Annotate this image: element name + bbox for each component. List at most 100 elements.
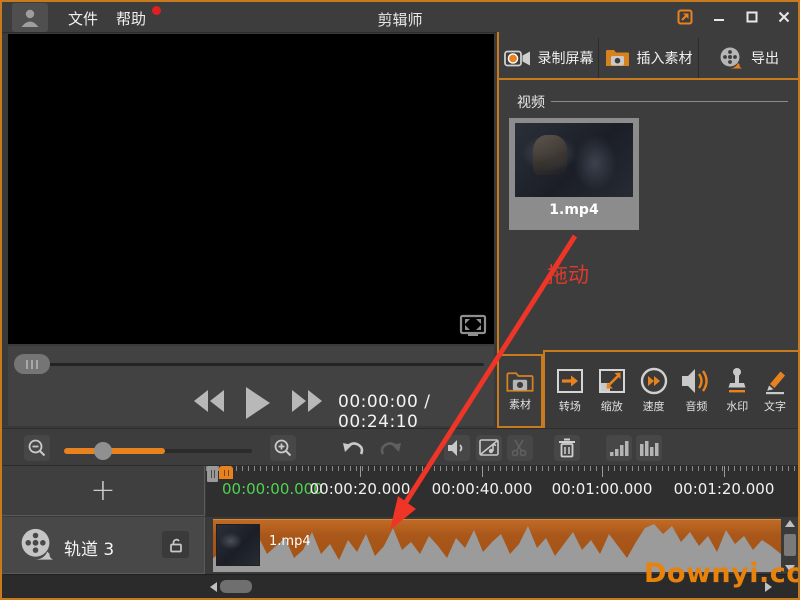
tab-audio[interactable]: 音频: [680, 367, 712, 414]
export-button[interactable]: 导出: [699, 38, 798, 78]
tab-text[interactable]: 文字: [762, 367, 788, 414]
audio-equalizer-button[interactable]: [636, 435, 662, 461]
drag-hint-annotation: 拖动: [547, 263, 589, 287]
ruler-label: 00:00:20.000: [309, 480, 411, 498]
track-reel-icon: [21, 528, 54, 560]
tab-watermark[interactable]: 水印: [724, 367, 750, 414]
scroll-up-arrow[interactable]: [785, 520, 795, 527]
redo-button[interactable]: [378, 437, 404, 461]
undo-button[interactable]: [340, 437, 366, 461]
seek-bar[interactable]: [18, 363, 484, 366]
add-track-cell[interactable]: +: [2, 466, 205, 516]
tab-transition[interactable]: 转场: [555, 367, 585, 414]
add-track-button[interactable]: +: [90, 475, 115, 506]
folder-camera-icon: [605, 50, 629, 66]
tab-speed-label: 速度: [642, 399, 665, 413]
delete-button[interactable]: [554, 435, 580, 461]
undo-icon: [343, 442, 364, 455]
slider-fill: [64, 448, 165, 454]
transport-panel: 00:00:00 / 00:24:10: [8, 346, 494, 432]
tools-row: 转场 缩放 速度 音频 水印 文字: [543, 350, 798, 428]
rewind-button[interactable]: [190, 384, 228, 418]
record-screen-button[interactable]: 录制屏幕: [499, 38, 599, 78]
tab-scale-label: 缩放: [600, 399, 623, 413]
speed-icon: [640, 367, 667, 394]
clip-volume-button[interactable]: [444, 435, 470, 461]
timeline-ruler[interactable]: 00:00:00.000 00:00:20.000 00:00:40.000 0…: [206, 466, 798, 517]
audio-speaker-icon: [682, 368, 709, 393]
slider-handle[interactable]: [94, 442, 112, 460]
vertical-scroll-handle[interactable]: [784, 534, 796, 556]
text-pencil-icon: [766, 371, 786, 394]
material-folder-icon: [506, 371, 534, 392]
play-button[interactable]: [240, 384, 274, 422]
ruler-ticks: [206, 466, 798, 471]
timeline-toolbar: [2, 428, 798, 466]
volume-icon: [448, 440, 463, 456]
horizontal-scroll-handle[interactable]: [220, 580, 252, 593]
close-icon: [778, 11, 790, 23]
tab-material-label: 素材: [509, 397, 531, 411]
bars-ascending-icon: [610, 441, 629, 456]
fast-forward-button[interactable]: [288, 384, 326, 418]
export-label: 导出: [751, 51, 779, 67]
popout-icon: [677, 9, 693, 25]
section-divider: [551, 101, 788, 102]
fast-forward-icon: [292, 390, 322, 412]
track-name: 轨道 3: [64, 540, 115, 560]
panel-button-row: 录制屏幕 插入素材 导出: [499, 38, 798, 80]
ruler-label: 00:00:40.000: [431, 480, 533, 498]
scale-icon: [598, 368, 625, 393]
fullscreen-button[interactable]: [458, 314, 488, 340]
track-header: 轨道 3: [2, 517, 205, 574]
mini-mode-button[interactable]: [674, 7, 696, 27]
zoom-in-button[interactable]: [270, 435, 296, 461]
tab-text-label: 文字: [764, 399, 787, 413]
tab-audio-label: 音频: [685, 399, 708, 413]
media-thumbnail-image: [515, 123, 633, 197]
clip-label: 1.mp4: [269, 534, 311, 549]
tab-scale[interactable]: 缩放: [597, 367, 627, 414]
detach-audio-icon: [479, 439, 499, 456]
media-section-title: 视频: [517, 95, 545, 111]
insert-media-label: 插入素材: [636, 51, 693, 67]
scroll-left-arrow[interactable]: [210, 582, 217, 592]
minimize-icon: [714, 19, 724, 21]
playhead-handle[interactable]: [207, 466, 218, 482]
zoom-in-icon: [274, 439, 292, 457]
record-screen-label: 录制屏幕: [537, 51, 594, 67]
track-lock-button[interactable]: [162, 531, 189, 558]
site-watermark: Downyi.com: [644, 558, 798, 589]
insert-media-button[interactable]: 插入素材: [599, 38, 699, 78]
zoom-out-button[interactable]: [24, 435, 50, 461]
film-reel-icon: [720, 47, 742, 68]
video-preview: [8, 34, 494, 344]
record-camera-icon: [503, 50, 530, 66]
redo-icon: [380, 442, 401, 455]
minimize-button[interactable]: [708, 7, 730, 27]
watermark-stamp-icon: [728, 367, 746, 392]
transition-icon: [556, 368, 583, 393]
ruler-label: 00:01:00.000: [551, 480, 653, 498]
media-item-card[interactable]: 1.mp4: [509, 118, 639, 230]
zoom-out-icon: [28, 439, 46, 457]
media-item-label: 1.mp4: [549, 202, 599, 218]
fullscreen-icon: [459, 314, 487, 336]
split-clip-button[interactable]: [507, 435, 533, 461]
time-display: 00:00:00 / 00:24:10: [338, 392, 431, 432]
maximize-button[interactable]: [741, 7, 763, 27]
play-icon: [246, 387, 270, 419]
seek-handle[interactable]: [14, 354, 50, 374]
timeline-zoom-slider[interactable]: [64, 448, 252, 454]
app-window: 文件 帮助 剪辑师 00:00:00 / 00:24:10 录制屏幕 插入素材 …: [0, 0, 800, 600]
clip-audio-detach-button[interactable]: [476, 435, 502, 461]
rewind-icon: [194, 390, 224, 412]
clip-thumbnail-image: [216, 524, 260, 566]
tab-watermark-label: 水印: [726, 399, 749, 413]
tab-material[interactable]: 素材: [499, 354, 543, 428]
playhead-marker[interactable]: [219, 466, 233, 479]
close-button[interactable]: [773, 7, 795, 27]
trash-icon: [559, 438, 575, 458]
tab-speed[interactable]: 速度: [639, 367, 669, 414]
audio-fade-in-button[interactable]: [606, 435, 632, 461]
